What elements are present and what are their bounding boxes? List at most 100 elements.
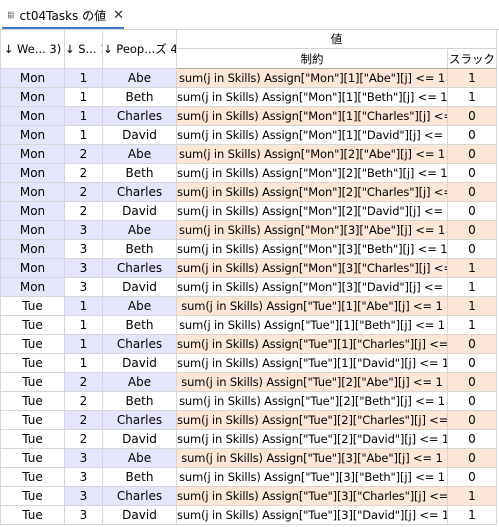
table-row[interactable]: Tue 2 David sum(j in Skills) Assign["Tue"][… (0, 429, 497, 449)
cell-slack[interactable]: 1 (447, 486, 497, 506)
cell-shift[interactable]: 1 (64, 125, 103, 145)
cell-slack[interactable]: 0 (447, 220, 497, 240)
table-row[interactable]: Mon 1 David sum(j in Skills) Assign["Mon"][… (0, 125, 497, 145)
cell-shift[interactable]: 1 (64, 87, 103, 107)
cell-slack[interactable]: 0 (447, 429, 497, 449)
table-row[interactable]: Mon 3 Abe sum(j in Skills) Assign["Mon"][3]… (0, 220, 497, 240)
cell-day[interactable]: Mon (0, 201, 65, 221)
cell-constraint[interactable]: sum(j in Skills) Assign["Mon"][3]["Charl… (176, 258, 448, 278)
cell-day[interactable]: Mon (0, 182, 65, 202)
cell-shift[interactable]: 2 (64, 372, 103, 392)
table-row[interactable]: Mon 1 Beth sum(j in Skills) Assign["Mon"][1… (0, 87, 497, 107)
table-row[interactable]: Mon 3 David sum(j in Skills) Assign["Mon"][… (0, 277, 497, 297)
cell-shift[interactable]: 2 (64, 429, 103, 449)
table-row[interactable]: Tue 3 Beth sum(j in Skills) Assign["Tue"][3… (0, 467, 497, 487)
cell-slack[interactable]: 0 (447, 410, 497, 430)
cell-constraint[interactable]: sum(j in Skills) Assign["Mon"][3]["David… (176, 277, 448, 297)
cell-person[interactable]: David (102, 353, 177, 373)
cell-slack[interactable]: 0 (447, 201, 497, 221)
cell-person[interactable]: David (102, 125, 177, 145)
table-row[interactable]: Tue 3 Charles sum(j in Skills) Assign["Tue"… (0, 486, 497, 506)
table-row[interactable]: Mon 3 Beth sum(j in Skills) Assign["Mon"][3… (0, 239, 497, 259)
table-row[interactable]: Mon 1 Charles sum(j in Skills) Assign["Mon"… (0, 106, 497, 126)
cell-constraint[interactable]: sum(j in Skills) Assign["Mon"][2]["Charl… (176, 182, 448, 202)
table-row[interactable]: Mon 3 Charles sum(j in Skills) Assign["Mon"… (0, 258, 497, 278)
cell-constraint[interactable]: sum(j in Skills) Assign["Tue"][2]["Beth"… (176, 391, 448, 411)
cell-day[interactable]: Tue (0, 410, 65, 430)
cell-slack[interactable]: 0 (447, 334, 497, 354)
cell-constraint[interactable]: sum(j in Skills) Assign["Mon"][2]["Beth"… (176, 163, 448, 183)
table-row[interactable]: Tue 1 Abe sum(j in Skills) Assign["Tue"][1]… (0, 296, 497, 316)
cell-slack[interactable]: 1 (447, 68, 497, 88)
col-header-people[interactable]: ↓ Peop...ズ 4) (102, 29, 177, 69)
cell-shift[interactable]: 1 (64, 315, 103, 335)
cell-person[interactable]: Beth (102, 239, 177, 259)
cell-constraint[interactable]: sum(j in Skills) Assign["Tue"][1]["David… (176, 353, 448, 373)
cell-day[interactable]: Mon (0, 258, 65, 278)
cell-constraint[interactable]: sum(j in Skills) Assign["Mon"][1]["David… (176, 125, 448, 145)
table-row[interactable]: Mon 2 Beth sum(j in Skills) Assign["Mon"][2… (0, 163, 497, 183)
cell-person[interactable]: Abe (102, 372, 177, 392)
cell-constraint[interactable]: sum(j in Skills) Assign["Tue"][1]["Beth"… (176, 315, 448, 335)
cell-person[interactable]: David (102, 505, 177, 525)
table-row[interactable]: Mon 2 Charles sum(j in Skills) Assign["Mon"… (0, 182, 497, 202)
cell-day[interactable]: Mon (0, 87, 65, 107)
cell-day[interactable]: Tue (0, 315, 65, 335)
cell-shift[interactable]: 3 (64, 448, 103, 468)
table-row[interactable]: Tue 3 David sum(j in Skills) Assign["Tue"][… (0, 505, 497, 525)
cell-constraint[interactable]: sum(j in Skills) Assign["Mon"][2]["Abe"]… (176, 144, 448, 164)
cell-shift[interactable]: 3 (64, 220, 103, 240)
cell-shift[interactable]: 3 (64, 467, 103, 487)
cell-constraint[interactable]: sum(j in Skills) Assign["Mon"][3]["Abe"]… (176, 220, 448, 240)
table-row[interactable]: Tue 1 Beth sum(j in Skills) Assign["Tue"][1… (0, 315, 497, 335)
cell-day[interactable]: Mon (0, 125, 65, 145)
cell-shift[interactable]: 2 (64, 182, 103, 202)
cell-person[interactable]: Abe (102, 296, 177, 316)
cell-shift[interactable]: 2 (64, 410, 103, 430)
cell-constraint[interactable]: sum(j in Skills) Assign["Tue"][1]["Abe"]… (176, 296, 448, 316)
cell-constraint[interactable]: sum(j in Skills) Assign["Tue"][3]["David… (176, 505, 448, 525)
cell-slack[interactable]: 0 (447, 467, 497, 487)
cell-shift[interactable]: 1 (64, 68, 103, 88)
cell-person[interactable]: Abe (102, 68, 177, 88)
cell-slack[interactable]: 0 (447, 448, 497, 468)
cell-day[interactable]: Tue (0, 334, 65, 354)
cell-person[interactable]: Beth (102, 315, 177, 335)
cell-slack[interactable]: 0 (447, 239, 497, 259)
table-row[interactable]: Tue 2 Beth sum(j in Skills) Assign["Tue"][2… (0, 391, 497, 411)
cell-slack[interactable]: 1 (447, 296, 497, 316)
tab-ct04tasks[interactable]: ct04Tasks の値 ✕ (2, 3, 124, 29)
cell-day[interactable]: Mon (0, 144, 65, 164)
cell-person[interactable]: Charles (102, 106, 177, 126)
cell-person[interactable]: Beth (102, 87, 177, 107)
cell-person[interactable]: Beth (102, 163, 177, 183)
cell-day[interactable]: Tue (0, 372, 65, 392)
col-header-constraint[interactable]: 制約 (176, 48, 448, 69)
cell-constraint[interactable]: sum(j in Skills) Assign["Mon"][1]["Charl… (176, 106, 448, 126)
cell-slack[interactable]: 1 (447, 505, 497, 525)
cell-person[interactable]: Abe (102, 448, 177, 468)
cell-day[interactable]: Mon (0, 68, 65, 88)
cell-slack[interactable]: 0 (447, 163, 497, 183)
cell-person[interactable]: Charles (102, 334, 177, 354)
cell-slack[interactable]: 0 (447, 372, 497, 392)
cell-day[interactable]: Tue (0, 505, 65, 525)
cell-slack[interactable]: 1 (447, 315, 497, 335)
cell-day[interactable]: Tue (0, 448, 65, 468)
table-row[interactable]: Tue 2 Charles sum(j in Skills) Assign["Tue"… (0, 410, 497, 430)
cell-shift[interactable]: 2 (64, 391, 103, 411)
cell-slack[interactable]: 0 (447, 106, 497, 126)
cell-shift[interactable]: 3 (64, 277, 103, 297)
cell-person[interactable]: Charles (102, 410, 177, 430)
cell-shift[interactable]: 3 (64, 505, 103, 525)
cell-person[interactable]: Abe (102, 144, 177, 164)
table-row[interactable]: Mon 1 Abe sum(j in Skills) Assign["Mon"][1]… (0, 68, 497, 88)
cell-shift[interactable]: 1 (64, 334, 103, 354)
cell-constraint[interactable]: sum(j in Skills) Assign["Mon"][2]["David… (176, 201, 448, 221)
cell-day[interactable]: Mon (0, 277, 65, 297)
col-header-shift[interactable]: ↓ S... 1) (64, 29, 103, 69)
cell-constraint[interactable]: sum(j in Skills) Assign["Mon"][1]["Beth"… (176, 87, 448, 107)
cell-person[interactable]: Beth (102, 467, 177, 487)
table-row[interactable]: Tue 2 Abe sum(j in Skills) Assign["Tue"][2]… (0, 372, 497, 392)
cell-day[interactable]: Tue (0, 353, 65, 373)
